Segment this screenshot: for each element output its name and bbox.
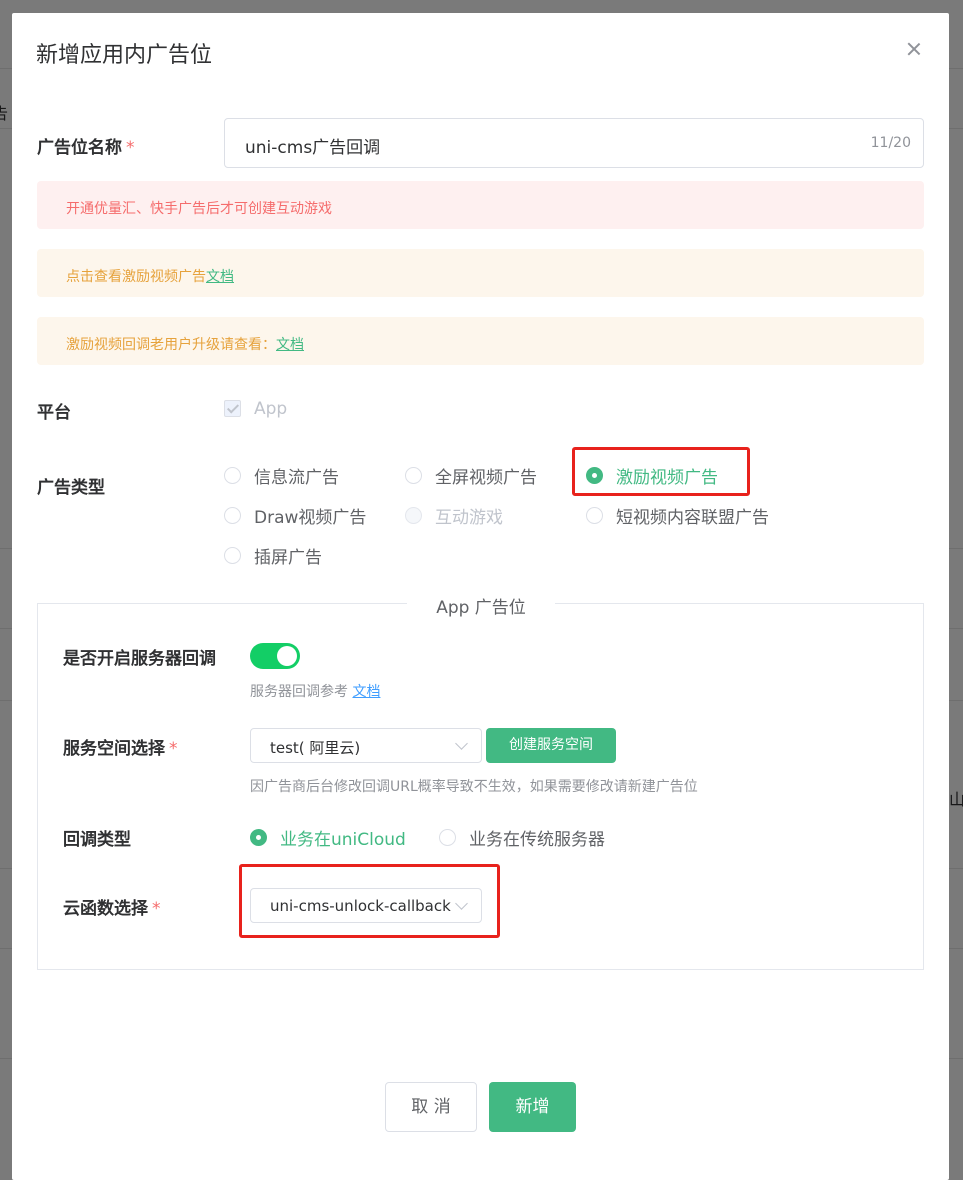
required-mark: * [169, 739, 178, 759]
radio-dot [250, 829, 267, 846]
hint-text: 服务器回调参考 [250, 684, 348, 700]
required-mark: * [152, 899, 161, 919]
cloud-function-label: 云函数选择 * [63, 894, 161, 919]
ad-slot-name-label: 广告位名称 * [37, 133, 135, 158]
doc-link[interactable]: 文档 [352, 684, 380, 700]
radio-dot [439, 829, 456, 846]
highlight-box [572, 447, 750, 496]
cancel-button[interactable]: 取 消 [385, 1082, 477, 1132]
radio-label: Draw视频广告 [254, 508, 367, 528]
alert-text: 激励视频回调老用户升级请查看： [66, 337, 276, 353]
radio-dot [224, 547, 241, 564]
doc-link[interactable]: 文档 [206, 269, 234, 285]
info-alert: 激励视频回调老用户升级请查看：文档 [37, 317, 924, 365]
radio-traditional-server[interactable]: 业务在传统服务器 [439, 825, 605, 850]
create-service-space-button[interactable]: 创建服务空间 [486, 728, 616, 763]
dialog-title: 新增应用内广告位 [36, 43, 213, 68]
radio-dot [224, 507, 241, 524]
radio-fullscreen-video-ad[interactable]: 全屏视频广告 [405, 463, 537, 488]
radio-label: 短视频内容联盟广告 [616, 508, 769, 528]
switch-knob [277, 646, 297, 666]
required-mark: * [126, 138, 135, 158]
add-ad-slot-dialog: 新增应用内广告位 广告位名称 * uni-cms广告回调 11/20 开通优量汇、… [12, 13, 949, 1180]
radio-label: 互动游戏 [435, 508, 503, 528]
radio-label: 业务在uniCloud [280, 830, 406, 850]
radio-label: 全屏视频广告 [435, 468, 537, 488]
label-text: 云函数选择 [63, 899, 148, 919]
ad-slot-name-input[interactable]: uni-cms广告回调 11/20 [224, 118, 924, 168]
radio-interstitial-ad[interactable]: 插屏广告 [224, 543, 322, 568]
radio-dot [405, 507, 422, 524]
service-space-hint: 因广告商后台修改回调URL概率导致不生效，如果需要修改请新建广告位 [250, 779, 698, 795]
service-space-select[interactable]: test( 阿里云) [250, 728, 482, 763]
radio-short-video-union-ad[interactable]: 短视频内容联盟广告 [586, 503, 769, 528]
radio-dot [224, 467, 241, 484]
radio-label: 插屏广告 [254, 548, 322, 568]
doc-link[interactable]: 文档 [276, 337, 304, 353]
highlight-box [239, 864, 500, 938]
server-callback-switch[interactable] [250, 643, 300, 669]
server-callback-hint: 服务器回调参考 文档 [250, 681, 380, 701]
label-text: 广告位名称 [37, 138, 122, 158]
service-space-label: 服务空间选择 * [63, 734, 178, 759]
radio-interactive-game: 互动游戏 [405, 503, 503, 528]
radio-dot [586, 507, 603, 524]
radio-label: 信息流广告 [254, 468, 339, 488]
select-value: test( 阿里云) [270, 739, 361, 757]
callback-type-label: 回调类型 [63, 830, 131, 850]
radio-feed-ad[interactable]: 信息流广告 [224, 463, 339, 488]
platform-label: 平台 [37, 403, 71, 423]
error-alert: 开通优量汇、快手广告后才可创建互动游戏 [37, 181, 924, 229]
chevron-down-icon [455, 737, 468, 750]
ad-type-label: 广告类型 [37, 478, 105, 498]
label-text: 服务空间选择 [63, 739, 165, 759]
input-value: uni-cms广告回调 [245, 138, 381, 158]
close-icon[interactable] [904, 39, 924, 59]
radio-label: 业务在传统服务器 [469, 830, 605, 850]
radio-draw-video-ad[interactable]: Draw视频广告 [224, 503, 366, 528]
info-alert: 点击查看激励视频广告文档 [37, 249, 924, 297]
checkbox-label: App [254, 399, 288, 419]
alert-text: 点击查看激励视频广告 [66, 269, 206, 285]
char-counter: 11/20 [870, 135, 911, 151]
section-legend: App 广告位 [407, 593, 555, 618]
platform-app-checkbox[interactable] [224, 400, 241, 417]
submit-button[interactable]: 新增 [489, 1082, 576, 1132]
radio-unicloud[interactable]: 业务在uniCloud [250, 825, 406, 850]
server-callback-label: 是否开启服务器回调 [63, 649, 216, 669]
radio-dot [405, 467, 422, 484]
alert-text: 开通优量汇、快手广告后才可创建互动游戏 [66, 201, 332, 217]
